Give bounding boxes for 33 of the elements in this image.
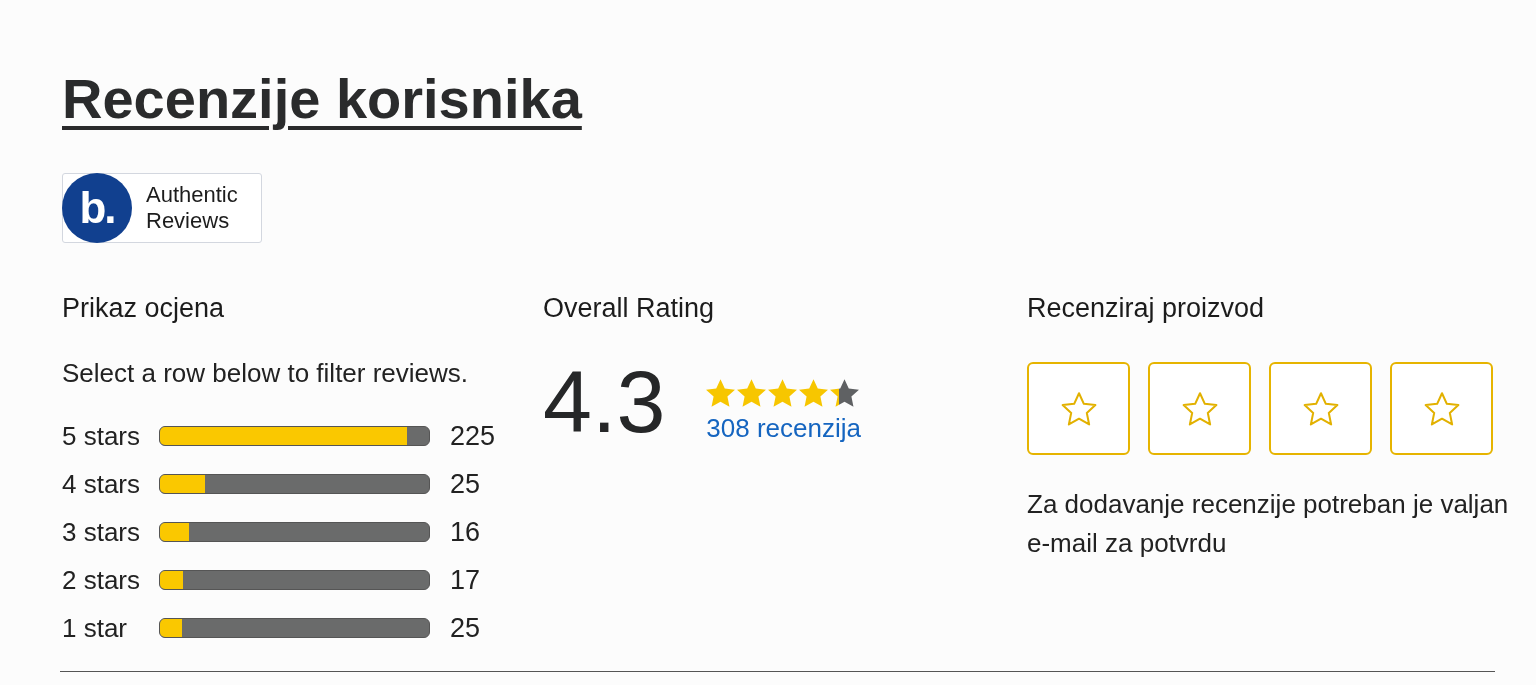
badge-text: Authentic Reviews [146, 182, 239, 234]
star-level-label[interactable]: 3 stars [62, 516, 159, 548]
brand-logo: b. [62, 173, 132, 243]
star-icon [830, 379, 860, 407]
review-count: 25 [450, 468, 481, 500]
overall-score: 4.3 [543, 358, 666, 446]
star-icon [1423, 391, 1460, 426]
star-level-label[interactable]: 5 stars [62, 420, 159, 452]
section-heading: Overall Rating [543, 292, 716, 325]
reviews-count-link[interactable]: 308 recenzija [706, 412, 861, 444]
rate-star-button[interactable] [1269, 362, 1372, 455]
section-heading: Prikaz ocjena [62, 292, 226, 325]
star-icon [1181, 391, 1218, 426]
page-title: Recenzije korisnika [62, 66, 582, 132]
review-count: 225 [450, 420, 496, 452]
rate-star-button[interactable] [1027, 362, 1130, 455]
star-level-label[interactable]: 2 stars [62, 564, 159, 596]
rate-star-button[interactable] [1390, 362, 1493, 455]
rate-star-button[interactable] [1148, 362, 1251, 455]
star-icon [1060, 391, 1097, 426]
review-count: 17 [450, 564, 481, 596]
star-icon [706, 379, 736, 407]
star-icon [799, 379, 829, 407]
star-icon [737, 379, 767, 407]
review-count: 16 [450, 516, 481, 548]
star-level-label[interactable]: 4 stars [62, 468, 159, 500]
review-count: 25 [450, 612, 481, 644]
section-heading: Recenziraj proizvod [1027, 292, 1266, 325]
filter-hint: Select a row below to filter reviews. [62, 357, 470, 389]
star-icon [768, 379, 798, 407]
verification-note: Za dodavanje recenzije potreban je valjan e-mail za potvrdu [1027, 488, 1510, 560]
star-level-label[interactable]: 1 star [62, 612, 159, 644]
star-icon [1302, 391, 1339, 426]
